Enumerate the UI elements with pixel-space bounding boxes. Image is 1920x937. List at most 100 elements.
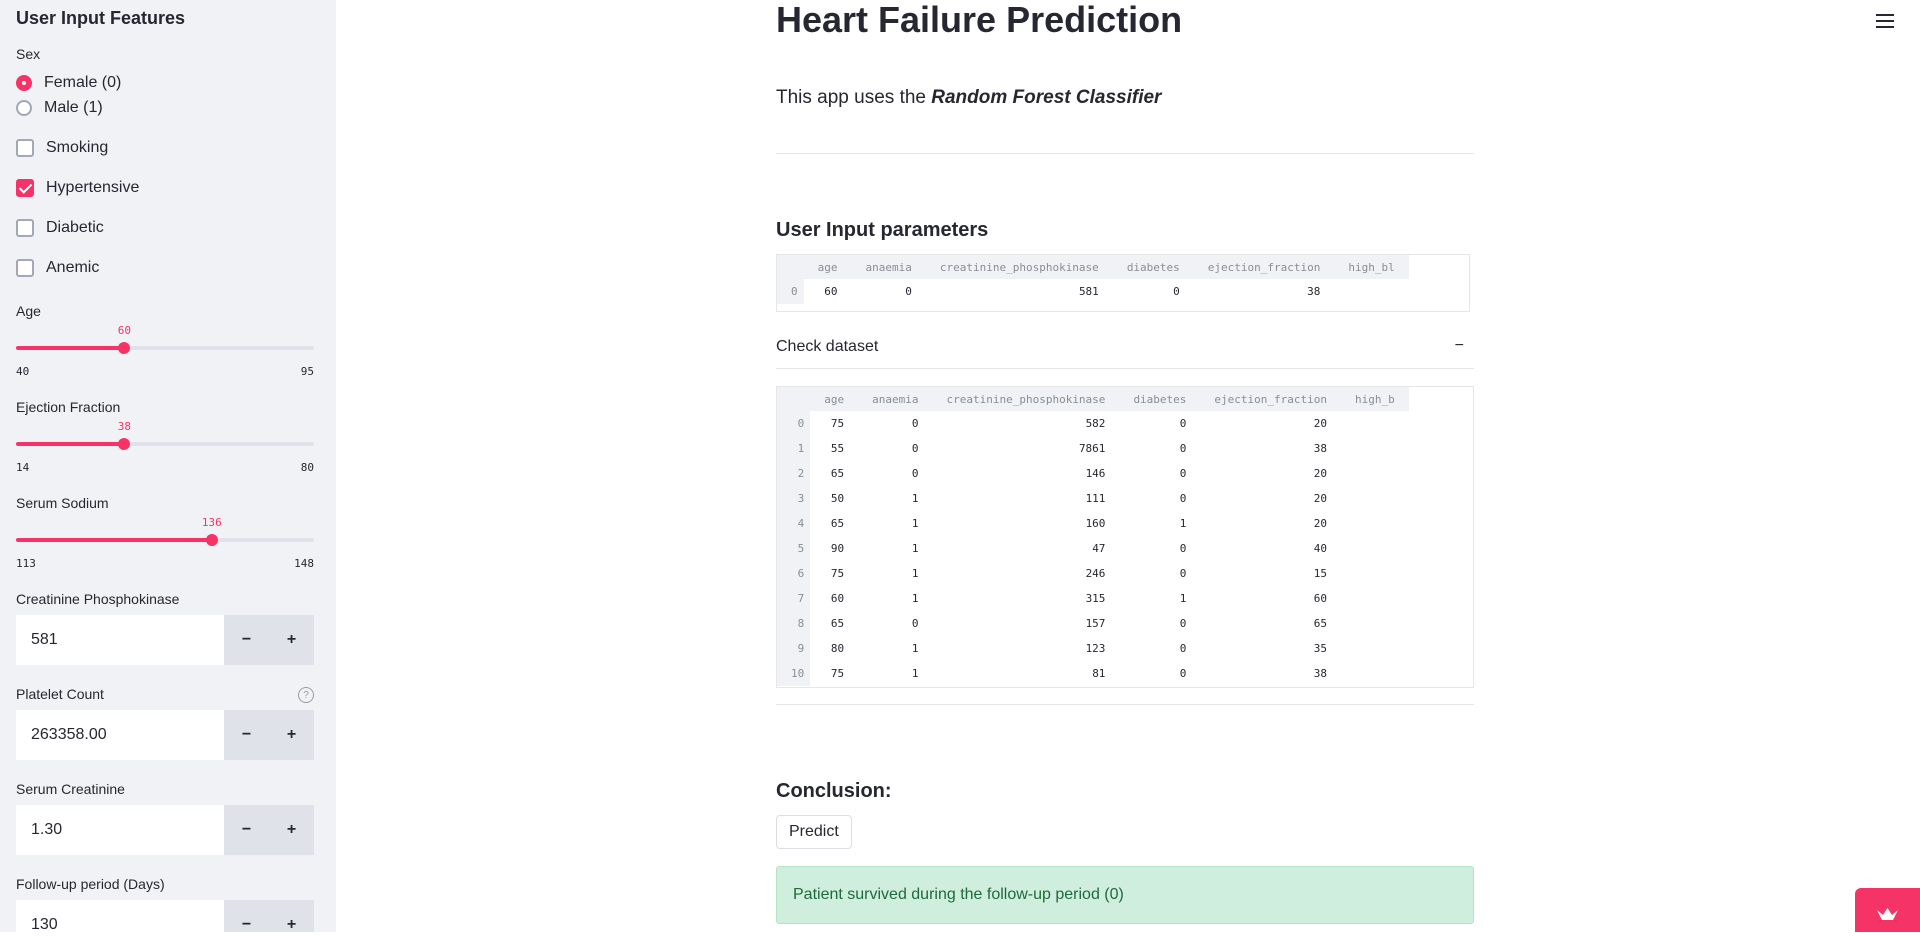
table-cell: 65	[1313, 617, 1328, 630]
radio-male[interactable]: Male (1)	[16, 99, 103, 117]
collapse-icon[interactable]: −	[1455, 337, 1464, 355]
check-dataset-expander[interactable]: Check dataset −	[776, 328, 1474, 368]
help-icon[interactable]: ?	[298, 687, 314, 703]
table-cell: 0	[911, 442, 919, 455]
table-cell: 111	[1085, 492, 1106, 505]
radio-female[interactable]: Female (0)	[16, 74, 121, 92]
checkbox-icon[interactable]	[16, 219, 34, 237]
checkbox-anemic[interactable]: Anemic	[16, 259, 99, 277]
checkbox-icon[interactable]	[16, 259, 34, 277]
row-index: 6	[777, 561, 811, 586]
column-header[interactable]: creatinine_phosphokinase	[932, 387, 1120, 411]
conclusion-heading: Conclusion:	[776, 780, 892, 802]
table-cell	[1341, 611, 1409, 636]
decrement-button[interactable]: −	[224, 710, 269, 760]
radio-icon[interactable]	[16, 100, 32, 116]
table-cell: 1	[911, 492, 919, 505]
input-params-table[interactable]: age anaemia creatinine_phosphokinase diabet…	[776, 254, 1470, 312]
checkbox-checked-icon[interactable]	[16, 179, 34, 197]
ejection-fraction-slider[interactable]: 38 14 80	[16, 413, 314, 474]
radio-icon-selected[interactable]	[16, 75, 32, 91]
slider-thumb[interactable]	[118, 438, 131, 450]
column-header[interactable]	[777, 387, 811, 411]
column-header[interactable]: ejection_fraction	[1200, 387, 1342, 411]
table-cell: 146	[1085, 467, 1106, 480]
radio-male-label: Male (1)	[44, 99, 103, 116]
table-cell: 0	[911, 467, 919, 480]
table-cell: 0	[1173, 285, 1180, 298]
column-header[interactable]: age	[810, 387, 859, 411]
table-cell: 38	[1307, 285, 1321, 298]
table-row: 0 75 0 582 0 20	[777, 411, 1409, 436]
table-cell: 7861	[1078, 442, 1106, 455]
column-header[interactable]: anaemia	[851, 255, 926, 279]
table-cell: 0	[1179, 642, 1187, 655]
expander-label: Check dataset	[776, 338, 879, 355]
creatinine-phosphokinase-field[interactable]	[16, 615, 224, 665]
column-header[interactable]: creatinine_phosphokinase	[925, 255, 1113, 279]
table-cell: 581	[1078, 285, 1099, 298]
slider-min: 14	[16, 461, 30, 474]
slider-value: 38	[117, 420, 131, 433]
table-cell	[1341, 636, 1409, 661]
slider-min: 113	[16, 557, 36, 570]
table-row: 0 60 0 581 0 38	[777, 279, 1409, 304]
column-header[interactable]: diabetes	[1112, 255, 1194, 279]
table-cell: 20	[1313, 467, 1328, 480]
age-slider[interactable]: 60 40 95	[16, 317, 314, 378]
column-header[interactable]	[777, 255, 804, 279]
column-header[interactable]: age	[803, 255, 852, 279]
slider-max: 80	[300, 461, 314, 474]
platelet-count-field[interactable]	[16, 710, 224, 760]
table-cell: 0	[1179, 442, 1187, 455]
table-cell: 0	[1179, 492, 1187, 505]
dataset-table[interactable]: age anaemia creatinine_phosphokinase diabet…	[776, 386, 1474, 688]
table-cell: 50	[830, 492, 845, 505]
increment-button[interactable]: +	[269, 615, 314, 665]
checkbox-icon[interactable]	[16, 139, 34, 157]
slider-thumb[interactable]	[118, 342, 131, 354]
column-header[interactable]: high_bl	[1334, 255, 1409, 279]
table-cell	[1334, 279, 1408, 304]
table-row: 7 60 1 315 1 60	[777, 586, 1409, 611]
increment-button[interactable]: +	[269, 805, 314, 855]
table-cell: 1	[911, 592, 919, 605]
serum-sodium-slider[interactable]: 136 113 148	[16, 509, 314, 570]
table-cell: 20	[1313, 492, 1328, 505]
column-header[interactable]: high_b	[1341, 387, 1409, 411]
decrement-button[interactable]: −	[224, 615, 269, 665]
follow-up-period-field[interactable]	[16, 900, 224, 932]
checkbox-diabetic[interactable]: Diabetic	[16, 219, 104, 237]
table-cell: 38	[1313, 667, 1328, 680]
predict-button[interactable]: Predict	[776, 815, 852, 849]
hamburger-menu-icon[interactable]	[1876, 14, 1894, 30]
column-header[interactable]: diabetes	[1119, 387, 1201, 411]
increment-button[interactable]: +	[269, 900, 314, 932]
column-header[interactable]: anaemia	[858, 387, 933, 411]
divider	[776, 153, 1474, 154]
row-index: 4	[777, 511, 811, 536]
decrement-button[interactable]: −	[224, 805, 269, 855]
table-cell: 65	[830, 617, 845, 630]
crown-icon	[1877, 908, 1898, 920]
table-cell: 0	[1179, 667, 1187, 680]
table-cell: 0	[911, 617, 919, 630]
slider-thumb[interactable]	[205, 534, 218, 546]
decrement-button[interactable]: −	[224, 900, 269, 932]
dataset-grid: age anaemia creatinine_phosphokinase diabet…	[777, 387, 1409, 686]
intro-text: This app uses the Random Forest Classifi…	[776, 87, 1161, 109]
checkbox-smoking[interactable]: Smoking	[16, 139, 108, 157]
checkbox-smoking-label: Smoking	[46, 139, 109, 156]
table-cell	[1341, 661, 1409, 686]
row-index: 9	[777, 636, 811, 661]
table-row: 9 80 1 123 0 35	[777, 636, 1409, 661]
serum-creatinine-field[interactable]	[16, 805, 224, 855]
column-header[interactable]: ejection_fraction	[1193, 255, 1335, 279]
table-cell: 246	[1085, 567, 1106, 580]
checkbox-hypertensive[interactable]: Hypertensive	[16, 179, 139, 197]
table-cell: 60	[1313, 592, 1328, 605]
follow-up-period-label: Follow-up period (Days)	[16, 876, 165, 892]
streamlit-badge[interactable]	[1855, 888, 1920, 932]
increment-button[interactable]: +	[269, 710, 314, 760]
table-cell: 157	[1085, 617, 1106, 630]
